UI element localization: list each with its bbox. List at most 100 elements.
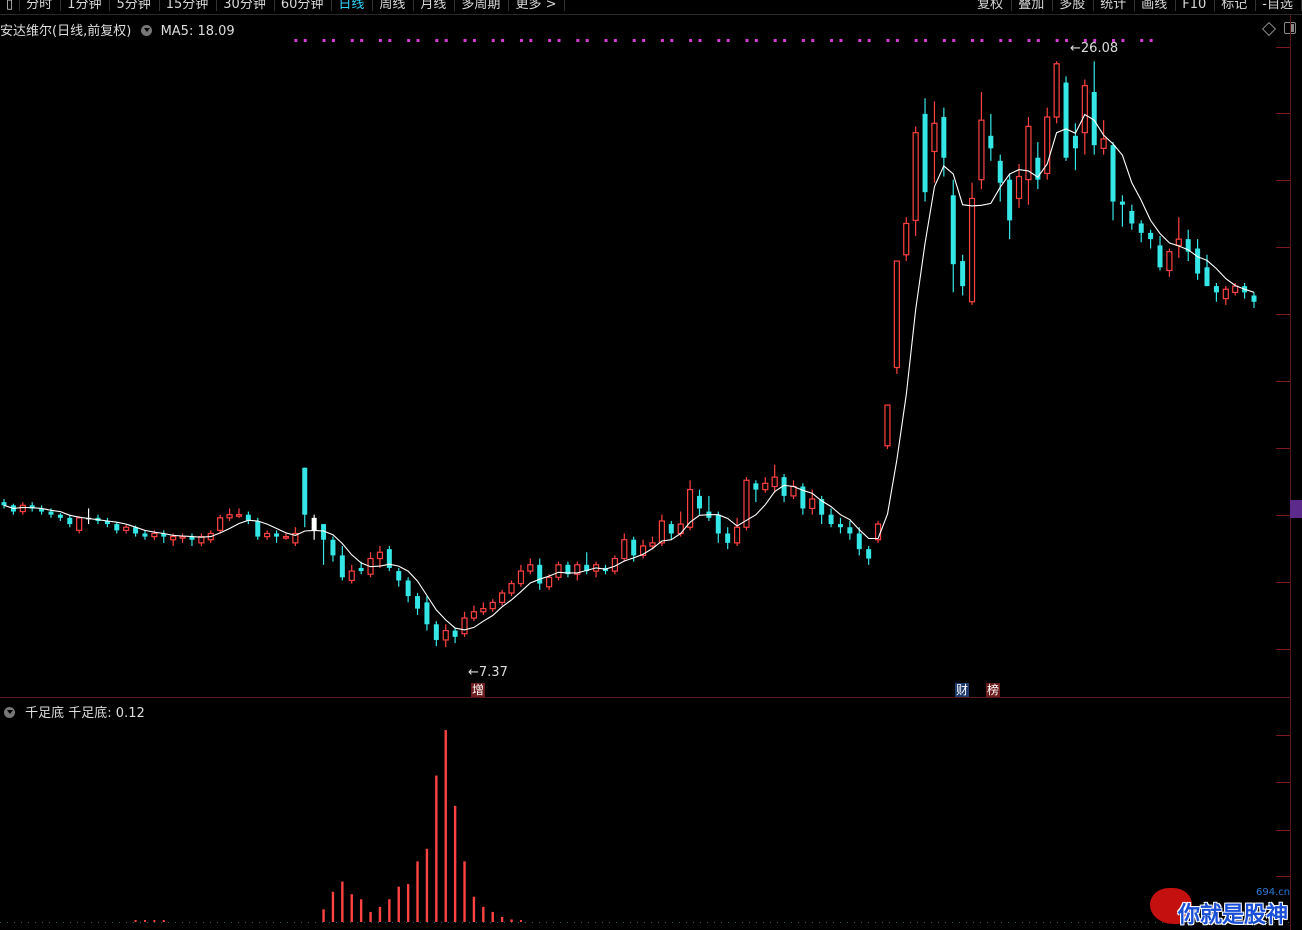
candle-body-123 — [1157, 245, 1163, 268]
candlestick-chart[interactable] — [0, 0, 1302, 930]
candle-body-133 — [1251, 295, 1257, 302]
signal-dot-53 — [1036, 39, 1040, 42]
candle-body-52 — [489, 601, 496, 610]
tag-finance[interactable]: 财 — [955, 683, 970, 697]
candle-body-28 — [264, 532, 271, 538]
candle-body-23 — [217, 517, 224, 531]
candle-body-129 — [1213, 286, 1219, 293]
signal-dot-30 — [717, 39, 721, 42]
ma5-line — [3, 113, 1255, 631]
indicator-bar-41 — [388, 899, 391, 922]
signal-dot-18 — [548, 39, 552, 42]
signal-dot-27 — [670, 39, 674, 42]
indicator-dot-3 — [162, 920, 165, 922]
indicator-dot-6 — [519, 920, 522, 922]
indicator-value: 千足底: 0.12 — [68, 706, 145, 721]
signal-dot-24 — [632, 39, 636, 42]
indicator-bar-37 — [350, 894, 353, 922]
candle-body-27 — [255, 520, 261, 537]
candle-body-127 — [1195, 248, 1201, 274]
indicator-settings-icon[interactable] — [4, 707, 15, 718]
candle-body-40 — [376, 551, 384, 560]
watermark-url: 694.cn — [1256, 887, 1291, 898]
candle-body-56 — [527, 564, 534, 572]
signal-dot-14 — [491, 39, 495, 42]
signal-dot-3 — [331, 39, 335, 42]
candle-body-58 — [546, 576, 553, 588]
candle-body-70 — [658, 520, 665, 544]
indicator-dot-2 — [153, 920, 156, 922]
candle-body-112 — [1053, 63, 1060, 118]
candle-body-100 — [941, 117, 947, 158]
candle-body-12 — [114, 524, 120, 531]
side-marker[interactable] — [1290, 500, 1302, 518]
candle-body-2 — [19, 504, 26, 513]
candle-body-15 — [142, 533, 148, 537]
signal-dot-51 — [1008, 39, 1012, 42]
candle-body-35 — [330, 539, 336, 556]
signal-dot-42 — [886, 39, 890, 42]
watermark-logo: 你就是股神 694.cn — [1150, 885, 1300, 928]
candle-body-32 — [302, 467, 308, 515]
candle-body-84 — [790, 485, 797, 497]
signal-dot-55 — [1065, 39, 1069, 42]
signal-dot-48 — [971, 39, 975, 42]
candle-body-51 — [480, 608, 487, 613]
candle-body-86 — [809, 498, 816, 510]
candle-body-107 — [1007, 179, 1013, 221]
signal-dot-36 — [801, 39, 805, 42]
candle-body-106 — [997, 160, 1003, 183]
signal-dot-47 — [952, 39, 956, 42]
candle-body-125 — [1175, 238, 1182, 247]
watermark-text: 你就是股神 — [1178, 903, 1289, 928]
candle-body-55 — [517, 570, 525, 585]
signal-dot-4 — [350, 39, 354, 42]
candle-body-95 — [893, 260, 900, 369]
signal-dot-2 — [322, 39, 326, 42]
candle-body-19 — [179, 536, 186, 539]
signal-dot-26 — [660, 39, 664, 42]
signal-dot-39 — [839, 39, 843, 42]
signal-dot-8 — [407, 39, 411, 42]
signal-dot-41 — [867, 39, 871, 42]
indicator-bar-39 — [369, 911, 372, 922]
indicator-name: 千足底 — [25, 706, 65, 721]
candle-body-114 — [1072, 135, 1078, 149]
indicator-bar-49 — [463, 861, 466, 922]
indicator-dot-0 — [134, 920, 137, 922]
signal-dot-9 — [416, 39, 420, 42]
candle-body-54 — [508, 582, 515, 594]
signal-dot-10 — [435, 39, 439, 42]
signal-dot-19 — [557, 39, 561, 42]
candle-body-74 — [696, 495, 702, 509]
indicator-bar-51 — [482, 906, 485, 922]
signal-dot-6 — [378, 39, 382, 42]
signal-dot-1 — [303, 39, 307, 42]
signal-dot-34 — [773, 39, 777, 42]
signal-dot-37 — [811, 39, 815, 42]
indicator-bar-45 — [425, 848, 429, 922]
signal-dot-40 — [858, 39, 862, 42]
candle-body-131 — [1232, 285, 1239, 293]
signal-dot-28 — [689, 39, 693, 42]
candle-body-117 — [1100, 138, 1107, 149]
signal-dot-38 — [830, 39, 834, 42]
candle-body-77 — [725, 533, 731, 543]
indicator-bar-52 — [491, 911, 494, 922]
signal-dot-45 — [924, 39, 928, 42]
candle-body-50 — [470, 611, 478, 619]
candle-body-29 — [274, 533, 280, 537]
candle-body-102 — [960, 261, 966, 287]
signal-dot-15 — [501, 39, 505, 42]
signal-dot-31 — [726, 39, 730, 42]
candle-body-67 — [631, 539, 637, 556]
tag-ranking[interactable]: ​榜 — [986, 683, 1001, 697]
candle-body-120 — [1129, 210, 1135, 224]
signal-dot-25 — [642, 39, 646, 42]
candle-body-24 — [226, 514, 233, 519]
candle-body-0 — [1, 502, 7, 506]
candle-body-121 — [1138, 223, 1144, 233]
candle-body-111 — [1044, 116, 1051, 174]
indicator-bar-34 — [322, 909, 325, 922]
tag-increase[interactable]: 增 — [471, 683, 486, 697]
